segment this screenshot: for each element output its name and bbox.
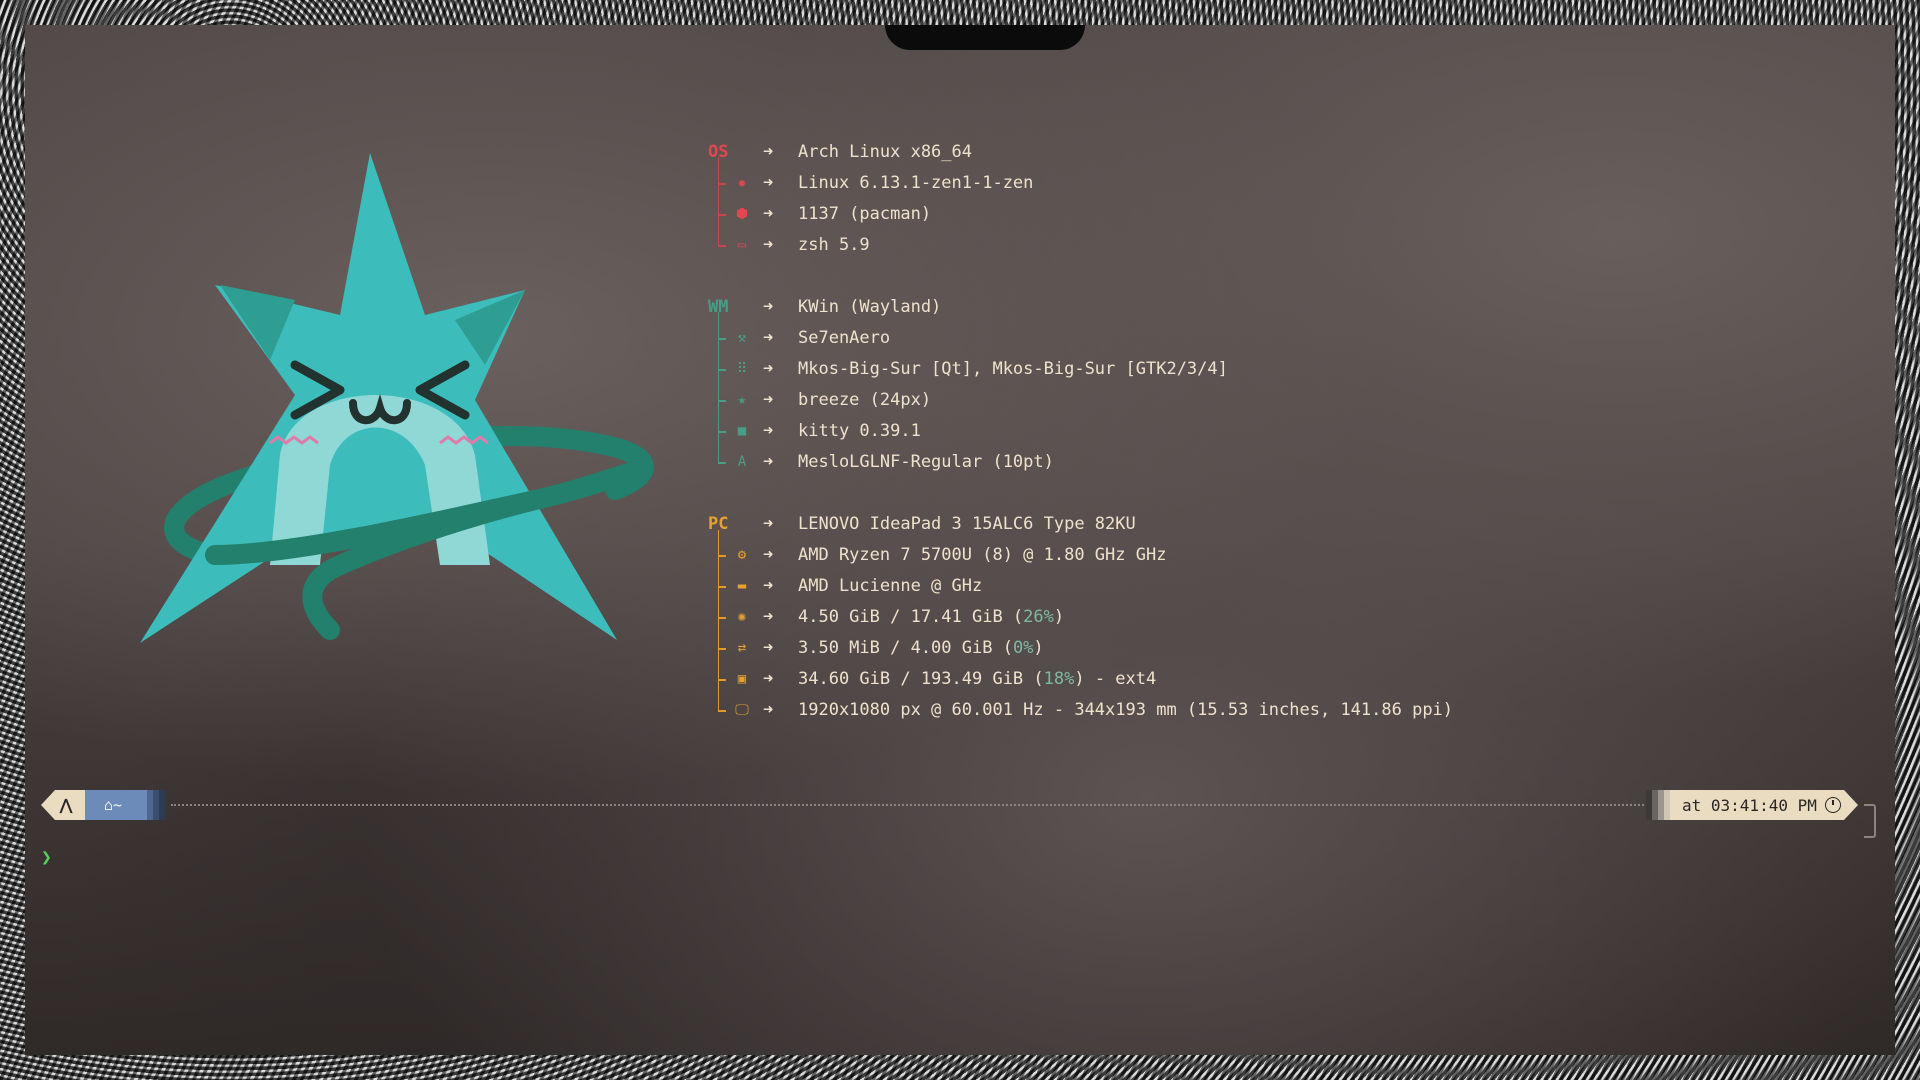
arrow-icon: ➜: [763, 204, 774, 224]
prompt-right-bracket: [1864, 804, 1876, 838]
terminal-value: kitty 0.39.1: [798, 421, 921, 441]
memory-suffix: ): [1053, 607, 1065, 627]
swap-usage-text: 3.50 MiB / 4.00 GiB (: [798, 638, 1013, 658]
arrow-icon: ➜: [763, 359, 774, 379]
paint-roller-icon: ⚒: [737, 330, 747, 346]
swap-icon: ⇄: [737, 640, 747, 656]
cwd-text: ~: [113, 796, 123, 814]
disk-value: 34.60 GiB / 193.49 GiB (18%) - ext4: [798, 664, 1156, 695]
arrow-icon: ➜: [763, 390, 774, 410]
memory-percent: 26%: [1023, 607, 1054, 627]
font-value: MesloLGLNF-Regular (10pt): [798, 452, 1054, 472]
grid-icon: ⠿: [736, 361, 748, 377]
monitor-icon: 🖵: [735, 702, 749, 718]
arch-icon: ⋀: [59, 796, 73, 814]
gpu-icon: ▬: [737, 578, 747, 594]
arrow-icon: ➜: [763, 545, 774, 565]
gear-icon: ✹: [737, 175, 747, 191]
packages-value: 1137 (pacman): [798, 204, 932, 224]
swap-percent: 0%: [1012, 638, 1034, 658]
kernel-value: Linux 6.13.1-zen1-1-zen: [798, 173, 1034, 193]
prompt-right-fade: [1646, 790, 1670, 820]
display-value: 1920x1080 px @ 60.001 Hz - 344x193 mm (1…: [798, 700, 1454, 720]
theme-value: Se7enAero: [798, 328, 891, 348]
clock-icon: [1825, 797, 1841, 813]
shell-value: zsh 5.9: [798, 235, 870, 255]
arrow-icon: ➜: [763, 576, 774, 596]
prompt-filler-dots: [171, 804, 1671, 806]
arrow-icon: ➜: [763, 700, 774, 720]
arrow-icon: ➜: [763, 514, 774, 534]
star-icon: ★: [737, 392, 747, 408]
icons-value: breeze (24px): [798, 390, 932, 410]
swap-value: 3.50 MiB / 4.00 GiB (0%): [798, 633, 1044, 664]
memory-icon: ✺: [737, 609, 747, 625]
window-icon: ■: [737, 423, 747, 439]
arrow-icon: ➜: [763, 421, 774, 441]
time-text: at 03:41:40 PM: [1682, 795, 1817, 815]
package-icon: ⬢: [735, 206, 749, 222]
wm-value: KWin (Wayland): [798, 297, 942, 317]
arrow-icon: ➜: [763, 452, 774, 472]
terminal-window[interactable]: OS ➜ Arch Linux x86_64 ✹ ➜ Linux 6.13.1-…: [25, 25, 1895, 1055]
prompt-time-segment: at 03:41:40 PM: [1670, 790, 1858, 820]
prompt-directory-segment: ⌂ ~: [85, 790, 141, 820]
home-icon: ⌂: [103, 796, 113, 814]
arrow-icon: ➜: [763, 669, 774, 689]
gtk-theme-value: Mkos-Big-Sur [Qt], Mkos-Big-Sur [GTK2/3/…: [798, 359, 1228, 379]
arrow-icon: ➜: [763, 173, 774, 193]
gpu-value: AMD Lucienne @ GHz: [798, 576, 983, 596]
host-value: LENOVO IdeaPad 3 15ALC6 Type 82KU: [798, 514, 1136, 534]
shell-prompt: ⋀ ⌂ ~ at 03:41:40 PM: [41, 787, 1876, 838]
disk-suffix: ) - ext4: [1074, 669, 1157, 689]
arch-cat-logo: [140, 153, 654, 643]
swap-suffix: ): [1033, 638, 1044, 658]
disk-icon: ▣: [737, 671, 747, 687]
os-value: Arch Linux x86_64: [798, 142, 972, 162]
terminal-icon: ▭: [737, 237, 747, 253]
screen-notch: [885, 25, 1085, 50]
memory-value: 4.50 GiB / 17.41 GiB (26%): [798, 602, 1064, 633]
arrow-icon: ➜: [763, 328, 774, 348]
arrow-icon: ➜: [763, 638, 774, 658]
arrow-icon: ➜: [763, 142, 774, 162]
prompt-cursor-icon[interactable]: ❯: [41, 847, 52, 868]
disk-usage-text: 34.60 GiB / 193.49 GiB (: [798, 669, 1044, 689]
font-icon: A: [737, 454, 747, 470]
arrow-icon: ➜: [763, 297, 774, 317]
cpu-value: AMD Ryzen 7 5700U (8) @ 1.80 GHz GHz: [798, 545, 1167, 565]
prompt-left-fade: [141, 790, 165, 820]
cpu-icon: ⚙: [737, 547, 747, 563]
arrow-icon: ➜: [763, 235, 774, 255]
prompt-os-segment: ⋀: [41, 790, 85, 820]
arrow-icon: ➜: [763, 607, 774, 627]
memory-usage-text: 4.50 GiB / 17.41 GiB (: [798, 607, 1024, 627]
disk-percent: 18%: [1043, 669, 1075, 689]
